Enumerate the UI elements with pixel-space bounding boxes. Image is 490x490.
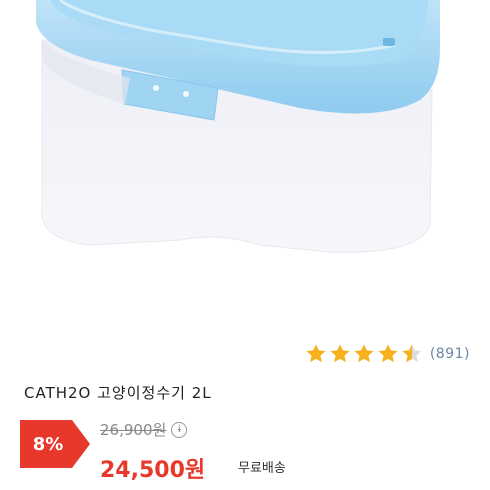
shipping-label: 무료배송 (238, 461, 286, 476)
star-half-icon (402, 344, 422, 363)
review-count[interactable]: (891) (430, 346, 470, 362)
star-icon (354, 344, 374, 363)
rating: (891) (305, 342, 470, 366)
star-icon (306, 344, 326, 363)
sale-price: 24,500원 (100, 458, 206, 483)
info-icon[interactable]: i (171, 421, 188, 438)
discount-rate: 8% (32, 433, 64, 455)
product-title[interactable]: CATH2O 고양이정수기 2L (24, 382, 212, 403)
original-price-value: 26,900원 (100, 421, 167, 439)
product-image[interactable] (0, 0, 490, 330)
star-icon (378, 344, 398, 363)
original-price: 26,900원 i (100, 419, 188, 440)
star-icon (330, 344, 350, 363)
